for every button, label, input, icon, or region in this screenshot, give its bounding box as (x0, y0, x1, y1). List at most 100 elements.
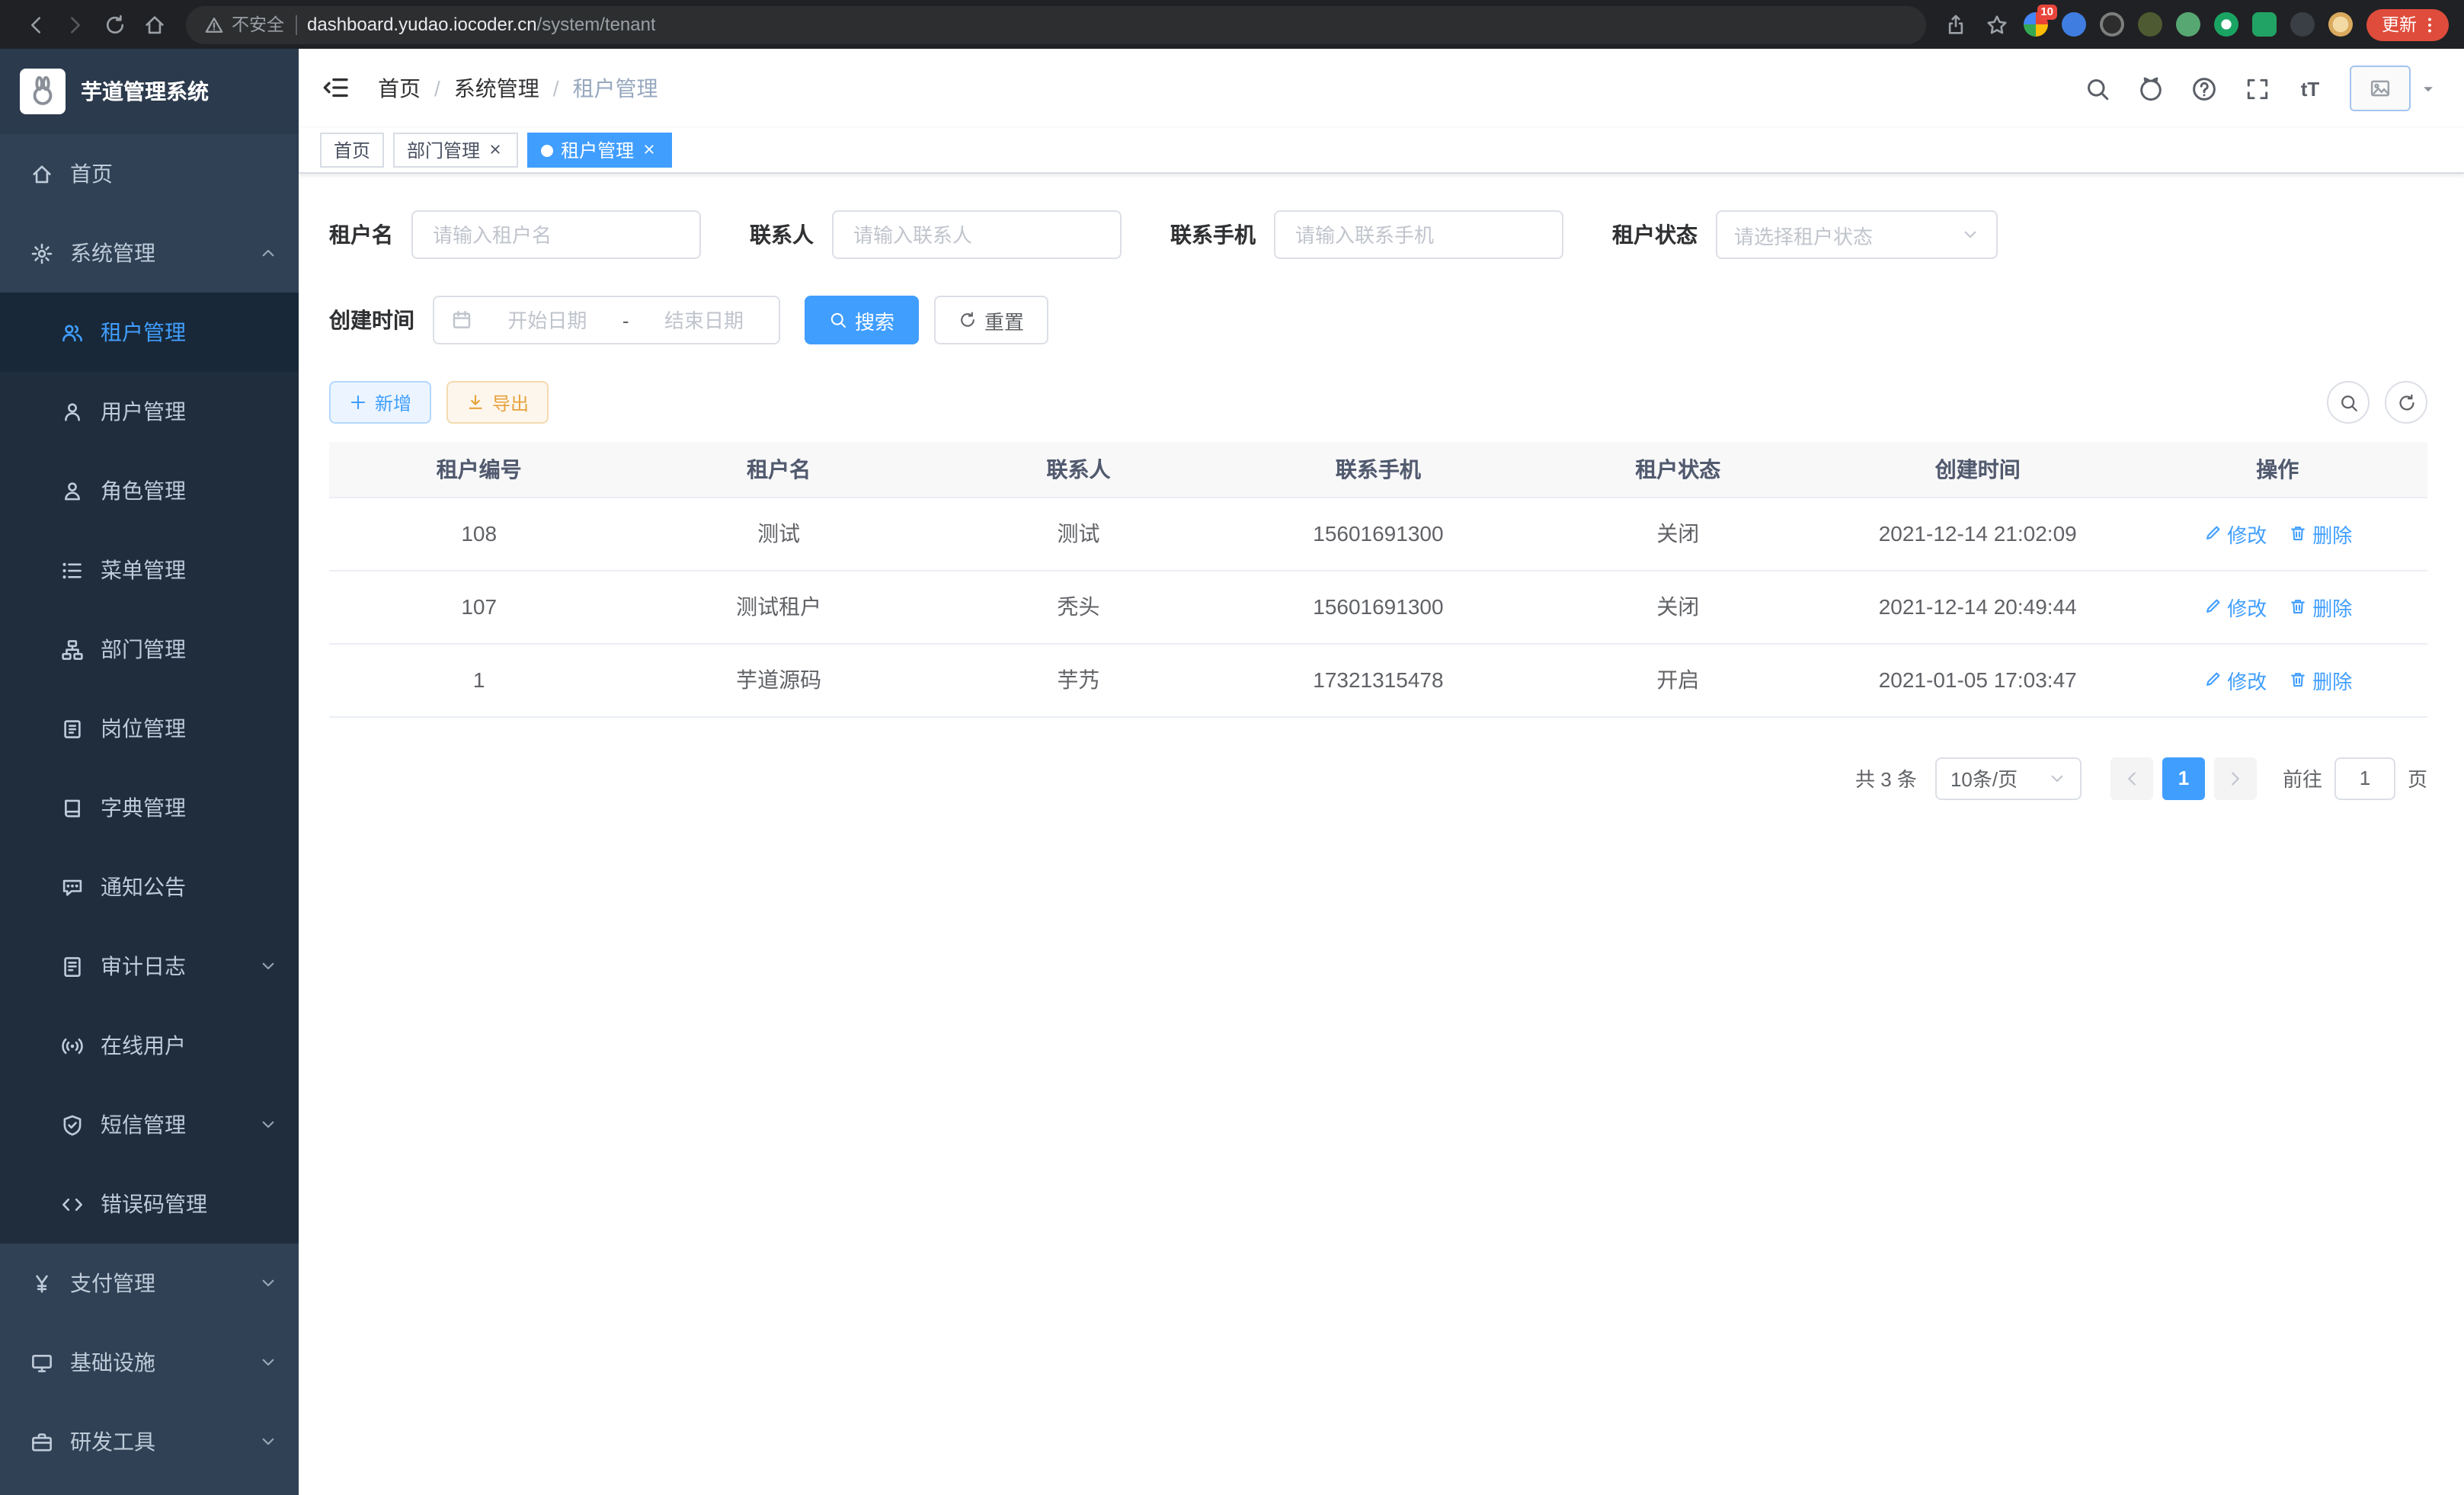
page-size-select[interactable]: 10条/页 (1935, 757, 2082, 799)
sms-icon (59, 1112, 84, 1137)
url-domain: dashboard.yudao.iocoder.cn (307, 14, 537, 35)
sidebar-item-infra[interactable]: 基础设施 (0, 1323, 299, 1402)
cell-tenant-name: 芋道源码 (629, 643, 928, 716)
sidebar-item-label: 用户管理 (101, 396, 186, 427)
breadcrumb-separator: / (553, 76, 559, 101)
fullscreen-icon[interactable] (2243, 75, 2270, 102)
bookmark-star-icon[interactable] (1982, 11, 2010, 38)
sidebar-item-tenant[interactable]: 租户管理 (0, 293, 299, 372)
edit-link[interactable]: 修改 (2203, 592, 2267, 621)
goto-page-input[interactable] (2334, 757, 2395, 799)
delete-icon (2288, 524, 2306, 543)
extension-icon-green-ring[interactable] (2214, 12, 2238, 37)
breadcrumb-item[interactable]: 首页 (378, 73, 421, 104)
sidebar-item-online[interactable]: 在线用户 (0, 1006, 299, 1085)
sidebar-item-dict[interactable]: 字典管理 (0, 768, 299, 847)
close-icon[interactable] (488, 142, 504, 158)
date-end-input[interactable] (646, 307, 762, 333)
extension-icon-emoji[interactable] (2328, 12, 2353, 37)
delete-link[interactable]: 删除 (2288, 519, 2352, 548)
share-icon[interactable] (1941, 11, 1969, 38)
chrome-update-button[interactable]: 更新 (2366, 8, 2449, 40)
collapse-sidebar-icon[interactable] (322, 73, 352, 104)
sidebar-item-sms[interactable]: 短信管理 (0, 1085, 299, 1164)
toggle-search-button[interactable] (2327, 381, 2370, 424)
sidebar-item-post[interactable]: 岗位管理 (0, 689, 299, 768)
prev-page-button[interactable] (2110, 757, 2153, 799)
update-label: 更新 (2382, 12, 2417, 37)
cell-tenant-id: 108 (329, 497, 629, 570)
tag-租户管理[interactable]: 租户管理 (527, 133, 672, 168)
delete-link[interactable]: 删除 (2288, 665, 2352, 694)
breadcrumb: 首页/系统管理/租户管理 (378, 73, 658, 104)
user-menu[interactable] (2350, 66, 2437, 111)
date-start-input[interactable] (489, 307, 605, 333)
sidebar-item-label: 字典管理 (101, 792, 186, 823)
extension-icon-knot[interactable] (2290, 12, 2315, 37)
search-icon[interactable] (2083, 75, 2110, 102)
export-button[interactable]: 导出 (446, 381, 549, 424)
sidebar-item-notice[interactable]: 通知公告 (0, 847, 299, 927)
sidebar-item-errcode[interactable]: 错误码管理 (0, 1164, 299, 1244)
address-bar[interactable]: 不安全 dashboard.yudao.iocoder.cn/system/te… (186, 5, 1926, 43)
contact-input-inner[interactable] (850, 222, 1103, 248)
tag-部门管理[interactable]: 部门管理 (393, 133, 518, 168)
sidebar-item-home[interactable]: 首页 (0, 134, 299, 213)
caret-down-icon (2420, 80, 2437, 97)
table-header-row: 租户编号租户名联系人联系手机租户状态创建时间操作 (329, 442, 2427, 497)
extension-icon-blue[interactable] (2062, 12, 2086, 37)
logo-row[interactable]: 芋道管理系统 (0, 49, 299, 134)
column-header: 创建时间 (1828, 442, 2127, 497)
sidebar-item-devtool[interactable]: 研发工具 (0, 1402, 299, 1481)
question-icon[interactable] (2190, 75, 2217, 102)
extension-icon-olive[interactable] (2138, 12, 2162, 37)
chevron-down-icon (259, 1353, 277, 1372)
browser-menu-icon[interactable] (2420, 14, 2440, 34)
back-icon[interactable] (15, 5, 55, 44)
sidebar-item-dept[interactable]: 部门管理 (0, 610, 299, 689)
delete-icon (2288, 671, 2306, 689)
search-button[interactable]: 搜索 (805, 296, 919, 344)
sidebar-item-menu[interactable]: 菜单管理 (0, 530, 299, 610)
breadcrumb-item[interactable]: 系统管理 (454, 73, 539, 104)
github-icon[interactable] (2136, 75, 2164, 102)
sidebar-item-role[interactable]: 角色管理 (0, 451, 299, 530)
add-button[interactable]: 新增 (329, 381, 431, 424)
contact-input[interactable] (832, 210, 1122, 259)
refresh-table-button[interactable] (2385, 381, 2427, 424)
edit-icon (2203, 597, 2221, 616)
sidebar-item-audit[interactable]: 审计日志 (0, 927, 299, 1006)
edit-link[interactable]: 修改 (2203, 665, 2267, 694)
reset-button[interactable]: 重置 (934, 296, 1048, 344)
page-number-1[interactable]: 1 (2162, 757, 2205, 799)
post-icon (59, 716, 84, 741)
extension-icon-dark-ring[interactable] (2100, 12, 2124, 37)
tenant-name-input[interactable] (411, 210, 701, 259)
forward-icon[interactable] (55, 5, 94, 44)
phone-input-inner[interactable] (1292, 222, 1545, 248)
sidebar-item-pay[interactable]: 支付管理 (0, 1244, 299, 1323)
cell-status: 关闭 (1528, 570, 1828, 643)
date-range-input[interactable]: - (433, 296, 780, 344)
phone-input[interactable] (1274, 210, 1563, 259)
column-header: 联系手机 (1228, 442, 1528, 497)
edit-link[interactable]: 修改 (2203, 519, 2267, 548)
status-select[interactable]: 请选择租户状态 (1716, 210, 1998, 259)
pay-icon (29, 1271, 53, 1295)
refresh-icon[interactable] (94, 5, 134, 44)
tag-首页[interactable]: 首页 (320, 133, 384, 168)
sidebar-item-system[interactable]: 系统管理 (0, 213, 299, 293)
tenant-name-input-inner[interactable] (430, 222, 683, 248)
column-header: 联系人 (929, 442, 1228, 497)
fontsize-icon[interactable]: tT (2296, 75, 2324, 102)
extension-icon-green-square[interactable] (2252, 12, 2277, 37)
close-icon[interactable] (642, 142, 658, 158)
site-security[interactable]: 不安全 (204, 12, 284, 37)
extension-icon-green[interactable] (2176, 12, 2200, 37)
extension-icon-colorful[interactable]: 10 (2024, 12, 2048, 37)
search-icon (2338, 392, 2358, 412)
sidebar-item-user[interactable]: 用户管理 (0, 372, 299, 451)
next-page-button[interactable] (2214, 757, 2257, 799)
home-icon[interactable] (134, 5, 174, 44)
delete-link[interactable]: 删除 (2288, 592, 2352, 621)
